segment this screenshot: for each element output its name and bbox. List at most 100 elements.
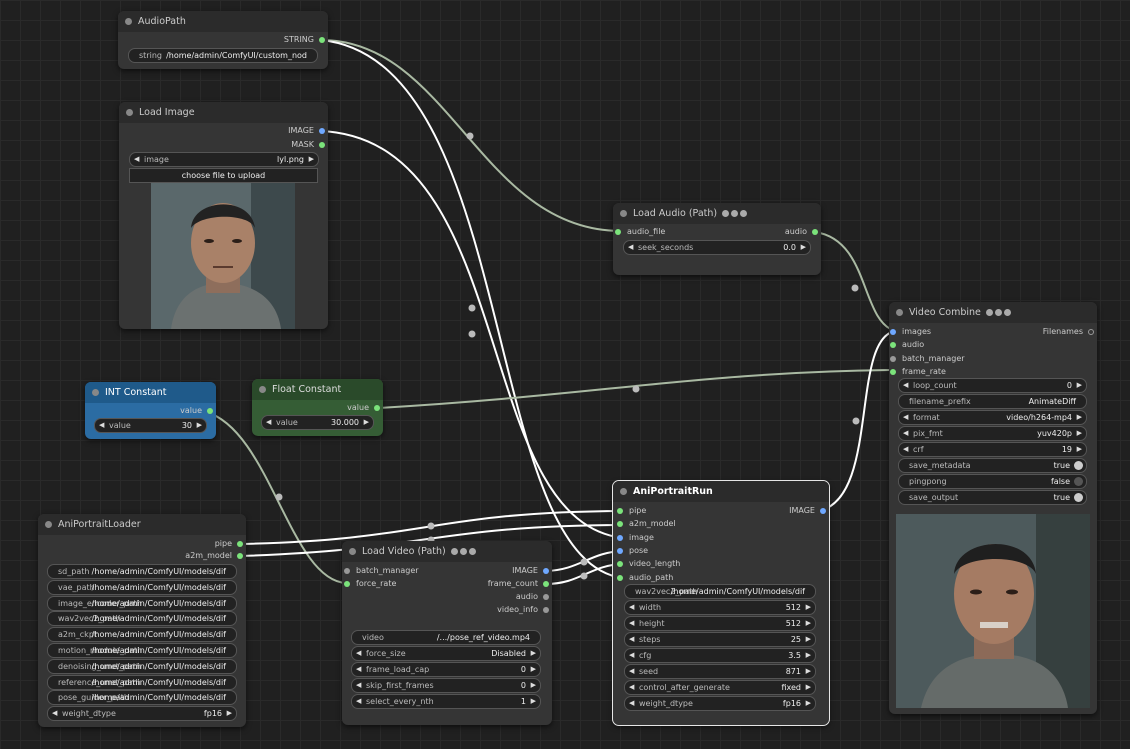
combine-crf-field[interactable]: ◀ crf 19 ▶ bbox=[898, 442, 1087, 457]
node-title[interactable]: Load Video (Path) bbox=[342, 541, 552, 562]
input-batch-manager[interactable]: batch_manager bbox=[344, 565, 419, 577]
node-collapse-dot-icon[interactable] bbox=[92, 389, 99, 396]
load-video-node[interactable]: Load Video (Path) batch_manager force_ra… bbox=[342, 541, 552, 725]
video-combine-node[interactable]: Video Combine Filenames images audio batch… bbox=[889, 302, 1097, 714]
loader-image-encoder-path-field[interactable]: image_encoder_path/home/admin/ComfyUI/mo… bbox=[47, 595, 237, 611]
node-title[interactable]: Video Combine bbox=[889, 302, 1097, 323]
load-audio-node[interactable]: Load Audio (Path) audio_file audio ◀ seek… bbox=[613, 203, 821, 275]
output-value[interactable]: value bbox=[347, 402, 380, 414]
output-string[interactable]: STRING bbox=[284, 34, 325, 46]
float-value-field[interactable]: ◀ value 30.000 ▶ bbox=[261, 415, 374, 430]
output-audio[interactable]: audio bbox=[516, 591, 549, 603]
video-force-size-field[interactable]: ◀ force_size Disabled ▶ bbox=[351, 646, 541, 661]
loader-pose-guider-path-field[interactable]: pose_guider_path/home/admin/ComfyUI/mode… bbox=[47, 690, 237, 706]
seek-seconds-field[interactable]: ◀ seek_seconds 0.0 ▶ bbox=[623, 240, 811, 255]
image-select[interactable]: ◀ image lyl.png ▶ bbox=[129, 152, 319, 167]
combine-pix-fmt-field[interactable]: ◀ pix_fmt yuv420p ▶ bbox=[898, 426, 1087, 441]
output-dot-icon[interactable] bbox=[1088, 329, 1094, 335]
output-dot-icon[interactable] bbox=[812, 229, 818, 235]
input-dot-icon[interactable] bbox=[617, 521, 623, 528]
run-cfg-field[interactable]: ◀ cfg 3.5 ▶ bbox=[624, 648, 816, 663]
combine-format-field[interactable]: ◀ format video/h264-mp4 ▶ bbox=[898, 410, 1087, 425]
video-select-every-nth-field[interactable]: ◀ select_every_nth 1 ▶ bbox=[351, 694, 541, 709]
output-dot-icon[interactable] bbox=[374, 405, 380, 411]
loader-reference-unet-path-field[interactable]: reference_unet_path/home/admin/ComfyUI/m… bbox=[47, 674, 237, 690]
arrow-right-icon[interactable]: ▶ bbox=[531, 663, 536, 676]
arrow-right-icon[interactable]: ▶ bbox=[364, 416, 369, 429]
int-constant-node[interactable]: INT Constant value ◀ value 30 ▶ bbox=[85, 382, 216, 439]
input-dot-icon[interactable] bbox=[617, 547, 623, 554]
input-audio[interactable]: audio bbox=[890, 339, 924, 351]
input-frame-rate[interactable]: frame_rate bbox=[890, 366, 946, 378]
output-a2m-model[interactable]: a2m_model bbox=[185, 550, 243, 562]
arrow-left-icon[interactable]: ◀ bbox=[356, 695, 361, 708]
node-collapse-dot-icon[interactable] bbox=[125, 18, 132, 25]
output-filenames[interactable]: Filenames bbox=[1043, 326, 1094, 338]
node-collapse-dot-icon[interactable] bbox=[349, 548, 356, 555]
output-dot-icon[interactable] bbox=[820, 508, 826, 514]
output-dot-icon[interactable] bbox=[319, 142, 325, 148]
combine-loop-count-field[interactable]: ◀ loop_count 0 ▶ bbox=[898, 378, 1087, 393]
combine-save-output-field[interactable]: save_output true bbox=[898, 490, 1087, 505]
loader-motion-module-path-field[interactable]: motion_module_path/home/admin/ComfyUI/mo… bbox=[47, 643, 237, 658]
arrow-right-icon[interactable]: ▶ bbox=[806, 601, 811, 614]
node-title[interactable]: Load Audio (Path) bbox=[613, 203, 821, 224]
output-mask[interactable]: MASK bbox=[291, 139, 325, 151]
input-batch-manager[interactable]: batch_manager bbox=[890, 353, 965, 365]
arrow-left-icon[interactable]: ◀ bbox=[629, 681, 634, 694]
input-force-rate[interactable]: force_rate bbox=[344, 578, 396, 590]
arrow-left-icon[interactable]: ◀ bbox=[356, 663, 361, 676]
toggle-icon[interactable] bbox=[1074, 461, 1083, 470]
combine-filename-prefix-field[interactable]: filename_prefix AnimateDiff bbox=[898, 394, 1087, 409]
arrow-right-icon[interactable]: ▶ bbox=[1077, 411, 1082, 424]
arrow-left-icon[interactable]: ◀ bbox=[52, 707, 57, 720]
run-control-after-generate-field[interactable]: ◀ control_after_generate fixed ▶ bbox=[624, 680, 816, 695]
arrow-left-icon[interactable]: ◀ bbox=[629, 665, 634, 678]
arrow-right-icon[interactable]: ▶ bbox=[806, 649, 811, 662]
output-dot-icon[interactable] bbox=[543, 568, 549, 574]
output-image[interactable]: IMAGE bbox=[288, 125, 325, 137]
arrow-right-icon[interactable]: ▶ bbox=[801, 241, 806, 254]
int-value-field[interactable]: ◀ value 30 ▶ bbox=[94, 418, 207, 433]
input-audio-path[interactable]: audio_path bbox=[617, 572, 673, 584]
aniportrait-loader-node[interactable]: AniPortraitLoader pipe a2m_model sd_path… bbox=[38, 514, 246, 727]
input-dot-icon[interactable] bbox=[617, 508, 623, 514]
toggle-icon[interactable] bbox=[1074, 477, 1083, 486]
video-skip-first-frames-field[interactable]: ◀ skip_first_frames 0 ▶ bbox=[351, 678, 541, 693]
audiopath-node[interactable]: AudioPath STRING string/home/admin/Comfy… bbox=[118, 11, 328, 69]
arrow-left-icon[interactable]: ◀ bbox=[903, 379, 908, 392]
toggle-icon[interactable] bbox=[1074, 493, 1083, 502]
node-collapse-dot-icon[interactable] bbox=[620, 488, 627, 495]
arrow-left-icon[interactable]: ◀ bbox=[629, 697, 634, 710]
input-pose[interactable]: pose bbox=[617, 545, 648, 557]
input-video-length[interactable]: video_length bbox=[617, 558, 680, 570]
output-value[interactable]: value bbox=[180, 405, 213, 417]
output-frame-count[interactable]: frame_count bbox=[488, 578, 549, 590]
node-collapse-dot-icon[interactable] bbox=[126, 109, 133, 116]
loader-a2m-ckpt-field[interactable]: a2m_ckpt/home/admin/ComfyUI/models/dif bbox=[47, 627, 237, 643]
arrow-right-icon[interactable]: ▶ bbox=[806, 633, 811, 646]
arrow-right-icon[interactable]: ▶ bbox=[806, 665, 811, 678]
output-image[interactable]: IMAGE bbox=[512, 565, 549, 577]
input-dot-icon[interactable] bbox=[344, 568, 350, 574]
video-frame-load-cap-field[interactable]: ◀ frame_load_cap 0 ▶ bbox=[351, 662, 541, 677]
arrow-right-icon[interactable]: ▶ bbox=[806, 617, 811, 630]
arrow-left-icon[interactable]: ◀ bbox=[134, 153, 139, 166]
node-title[interactable]: AniPortraitLoader bbox=[38, 514, 246, 535]
loader-sd-path-field[interactable]: sd_path/home/admin/ComfyUI/models/dif bbox=[47, 564, 237, 579]
arrow-left-icon[interactable]: ◀ bbox=[99, 419, 104, 432]
arrow-right-icon[interactable]: ▶ bbox=[806, 681, 811, 694]
input-dot-icon[interactable] bbox=[615, 229, 621, 235]
run-seed-field[interactable]: ◀ seed 871 ▶ bbox=[624, 664, 816, 679]
input-dot-icon[interactable] bbox=[617, 561, 623, 568]
arrow-right-icon[interactable]: ▶ bbox=[197, 419, 202, 432]
output-dot-icon[interactable] bbox=[319, 37, 325, 43]
input-dot-icon[interactable] bbox=[617, 534, 623, 541]
output-dot-icon[interactable] bbox=[319, 128, 325, 134]
arrow-right-icon[interactable]: ▶ bbox=[309, 153, 314, 166]
arrow-left-icon[interactable]: ◀ bbox=[629, 601, 634, 614]
run-weight-dtype-field[interactable]: ◀ weight_dtype fp16 ▶ bbox=[624, 696, 816, 711]
output-image[interactable]: IMAGE bbox=[789, 505, 826, 517]
output-dot-icon[interactable] bbox=[543, 594, 549, 600]
arrow-left-icon[interactable]: ◀ bbox=[266, 416, 271, 429]
